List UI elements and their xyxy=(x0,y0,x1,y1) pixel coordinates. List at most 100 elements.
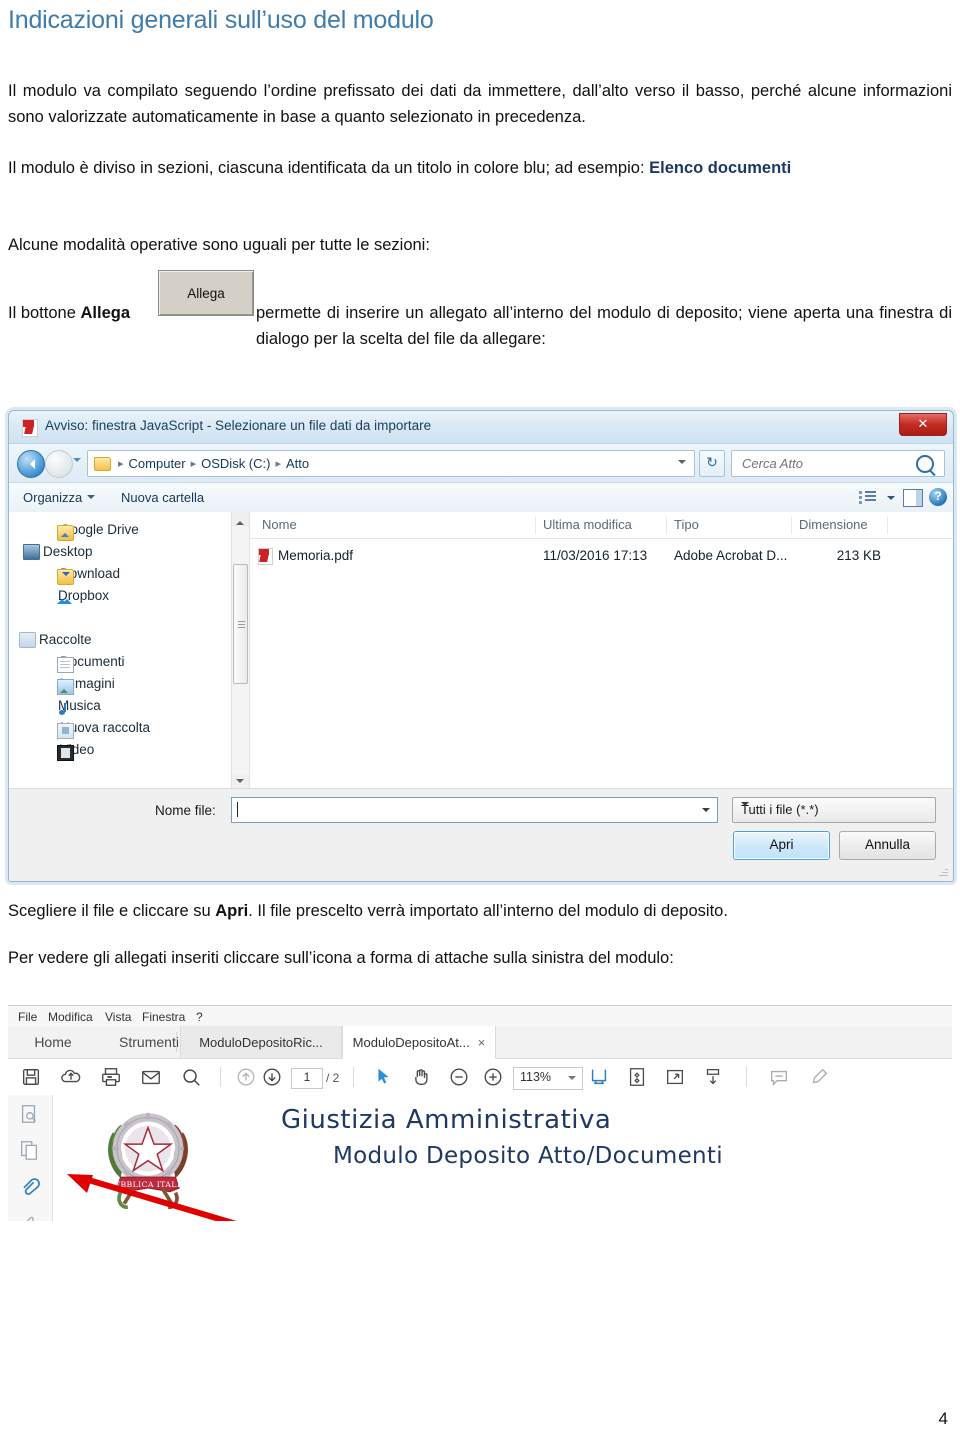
nav-item-dropbox[interactable]: Dropbox xyxy=(9,584,249,606)
nav-item-immagini[interactable]: Immagini xyxy=(9,672,249,695)
preview-pane-icon[interactable] xyxy=(903,489,923,507)
menu-vista[interactable]: Vista xyxy=(105,1010,131,1024)
nav-item-musica[interactable]: Musica xyxy=(9,694,249,716)
acrobat-toolbar[interactable]: 1 / 2 113% xyxy=(8,1059,952,1096)
column-divider[interactable] xyxy=(887,517,888,534)
filetype-select[interactable]: Tutti i file (*.*) xyxy=(732,797,936,823)
new-folder-button[interactable]: Nuova cartella xyxy=(121,490,204,505)
column-divider[interactable] xyxy=(791,517,792,534)
nav-item-documenti[interactable]: Documenti xyxy=(9,650,249,673)
address-bar[interactable]: ▸ Computer ▸ OSDisk (C:) ▸ Atto xyxy=(87,450,695,477)
search-input[interactable] xyxy=(740,455,916,472)
chevron-down-icon[interactable] xyxy=(741,802,749,810)
upload-cloud-icon[interactable] xyxy=(60,1066,82,1088)
organize-menu[interactable]: Organizza xyxy=(23,490,96,505)
chevron-down-icon[interactable] xyxy=(887,496,895,504)
documents-icon xyxy=(57,657,74,673)
menu-help[interactable]: ? xyxy=(196,1010,203,1024)
search-box[interactable] xyxy=(731,450,945,477)
open-button[interactable]: Apri xyxy=(733,831,830,860)
download-form-icon[interactable] xyxy=(702,1066,724,1088)
tab-modulo-deposito-at[interactable]: ModuloDepositoAt... × xyxy=(342,1026,496,1059)
chevron-down-icon[interactable] xyxy=(702,808,710,816)
page-copy-icon[interactable] xyxy=(18,1139,40,1161)
breadcrumb-computer[interactable]: Computer xyxy=(129,456,186,471)
recent-locations-chevron-icon[interactable] xyxy=(73,458,81,466)
file-size: 213 KB xyxy=(836,548,881,563)
allega-button[interactable]: Allega xyxy=(158,270,254,316)
nav-item-video[interactable]: Video xyxy=(9,738,249,761)
refresh-button[interactable]: ↻ xyxy=(699,450,725,477)
chevron-down-icon[interactable] xyxy=(568,1076,576,1084)
menu-modifica[interactable]: Modifica xyxy=(48,1010,93,1024)
column-divider[interactable] xyxy=(535,517,536,534)
view-mode-icon[interactable] xyxy=(859,489,877,505)
nav-item-desktop[interactable]: Desktop xyxy=(9,540,249,562)
nav-item-raccolte[interactable]: Raccolte xyxy=(9,628,249,650)
email-icon[interactable] xyxy=(140,1066,162,1088)
page-down-icon[interactable] xyxy=(261,1066,283,1088)
page-search-icon[interactable] xyxy=(18,1103,40,1125)
close-icon[interactable]: ✕ xyxy=(899,413,947,436)
file-list-row[interactable]: Memoria.pdf 11/03/2016 17:13 Adobe Acrob… xyxy=(250,543,953,569)
menu-finestra[interactable]: Finestra xyxy=(142,1010,185,1024)
zoom-in-icon[interactable] xyxy=(482,1066,504,1088)
column-header-nome[interactable]: Nome xyxy=(262,517,297,532)
pdf-file-icon xyxy=(258,548,273,565)
cancel-button[interactable]: Annulla xyxy=(839,831,936,860)
search-icon[interactable] xyxy=(180,1066,202,1088)
tab-home[interactable]: Home xyxy=(14,1026,92,1058)
acrobat-menu-bar[interactable]: File Modifica Vista Finestra ? xyxy=(8,1006,952,1026)
scroll-up-icon[interactable] xyxy=(232,512,249,527)
scrollbar-thumb[interactable] xyxy=(233,564,248,684)
pdf-title: Giustizia Amministrativa xyxy=(281,1105,612,1135)
column-header-dimensione[interactable]: Dimensione xyxy=(799,517,868,532)
column-header-tipo[interactable]: Tipo xyxy=(674,517,699,532)
nav-item-download[interactable]: Download xyxy=(9,562,249,585)
page-thumbnail-icon[interactable] xyxy=(626,1066,648,1088)
navigation-pane[interactable]: Google Drive Desktop Download Dropbox Ra… xyxy=(9,512,250,789)
chevron-down-icon[interactable] xyxy=(678,459,686,468)
nav-item-nuova-raccolta[interactable]: Nuova raccolta xyxy=(9,716,249,739)
hand-tool-icon[interactable] xyxy=(410,1066,432,1088)
zoom-level-select[interactable]: 113% xyxy=(513,1067,583,1090)
video-icon xyxy=(57,745,74,761)
menu-file[interactable]: File xyxy=(18,1010,37,1024)
scroll-down-icon[interactable] xyxy=(232,774,249,789)
fit-page-icon[interactable] xyxy=(664,1066,686,1088)
desktop-icon xyxy=(23,544,40,560)
select-cursor-icon[interactable] xyxy=(372,1066,394,1088)
filename-input[interactable] xyxy=(231,797,718,823)
paragraph-intro-text: Il modulo va compilato seguendo l’ordine… xyxy=(8,82,952,126)
resize-grip-icon[interactable] xyxy=(938,867,948,877)
acrobat-left-rail[interactable] xyxy=(8,1095,53,1221)
zoom-out-icon[interactable] xyxy=(448,1066,470,1088)
new-library-icon xyxy=(57,723,74,739)
folder-icon xyxy=(94,456,111,471)
column-divider[interactable] xyxy=(666,517,667,534)
nav-item-google-drive[interactable]: Google Drive xyxy=(9,518,249,541)
highlight-icon[interactable] xyxy=(808,1066,830,1088)
help-icon[interactable]: ? xyxy=(929,488,947,506)
print-icon[interactable] xyxy=(100,1066,122,1088)
acrobat-viewer[interactable]: File Modifica Vista Finestra ? Home Stru… xyxy=(8,1005,952,1221)
column-header-ultima-modifica[interactable]: Ultima modifica xyxy=(543,517,632,532)
forward-button[interactable] xyxy=(45,450,73,478)
attachment-paperclip-icon[interactable] xyxy=(18,1175,40,1197)
navigation-pane-scrollbar[interactable] xyxy=(231,512,249,789)
page-up-icon[interactable] xyxy=(235,1066,257,1088)
back-button[interactable] xyxy=(17,450,45,478)
file-open-dialog[interactable]: Avviso: finestra JavaScript - Selezionar… xyxy=(8,410,954,882)
fit-width-icon[interactable] xyxy=(588,1066,610,1088)
allega-button-label: Allega xyxy=(187,285,225,301)
signature-icon[interactable] xyxy=(18,1211,40,1221)
file-list-pane[interactable]: Nome Ultima modifica Tipo Dimensione Mem… xyxy=(250,512,953,789)
breadcrumb-atto[interactable]: Atto xyxy=(286,456,309,471)
breadcrumb-osdisk[interactable]: OSDisk (C:) xyxy=(201,456,270,471)
page-number-input[interactable]: 1 xyxy=(291,1068,323,1089)
acrobat-tab-strip[interactable]: Home Strumenti ModuloDepositoRic... Modu… xyxy=(8,1026,952,1059)
tab-modulo-deposito-ric[interactable]: ModuloDepositoRic... xyxy=(180,1026,342,1058)
close-icon[interactable]: × xyxy=(478,1035,486,1050)
save-icon[interactable] xyxy=(20,1066,42,1088)
comment-icon[interactable] xyxy=(768,1066,790,1088)
